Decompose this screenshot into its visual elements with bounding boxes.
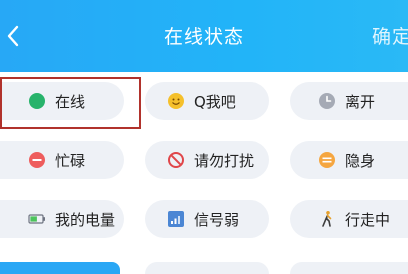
status-q-me-button[interactable]: Q我吧: [145, 82, 269, 120]
status-label: 我的电量: [55, 210, 116, 229]
status-label: 信号弱: [194, 210, 240, 229]
busy-minus-icon: [28, 151, 46, 169]
next-row-item-partial[interactable]: [145, 262, 269, 274]
status-label: Q我吧: [194, 92, 236, 111]
status-walking-button[interactable]: 行走中: [290, 200, 408, 238]
status-label: 请勿打扰: [194, 151, 255, 170]
status-label: 忙碌: [55, 151, 86, 170]
status-invisible-button[interactable]: 隐身: [290, 141, 408, 179]
next-row-item-partial[interactable]: [290, 262, 408, 274]
page-title: 在线状态: [163, 26, 244, 48]
header-bar: 在线状态 确定: [0, 0, 408, 72]
selected-highlight: [0, 77, 141, 129]
status-dnd-button[interactable]: 请勿打扰: [145, 141, 269, 179]
do-not-disturb-icon: [167, 151, 185, 169]
status-label: 离开: [345, 92, 376, 111]
confirm-button[interactable]: 确定: [372, 22, 408, 52]
status-label: 行走中: [345, 210, 391, 229]
status-grid: 在线 Q我吧 离开 忙碌 请勿打扰 隐身 我的电量 信号弱 行走中: [0, 72, 408, 274]
status-battery-button[interactable]: 我的电量: [0, 200, 124, 238]
status-weak-signal-button[interactable]: 信号弱: [145, 200, 269, 238]
next-row-item-partial[interactable]: [0, 262, 120, 274]
status-busy-button[interactable]: 忙碌: [0, 141, 124, 179]
status-label: 隐身: [345, 151, 376, 170]
battery-icon: [28, 210, 46, 228]
signal-icon: [167, 210, 185, 228]
status-away-button[interactable]: 离开: [290, 82, 408, 120]
walking-icon: [318, 210, 336, 228]
clock-icon: [318, 92, 336, 110]
smiley-icon: [167, 92, 185, 110]
invisible-icon: [318, 151, 336, 169]
